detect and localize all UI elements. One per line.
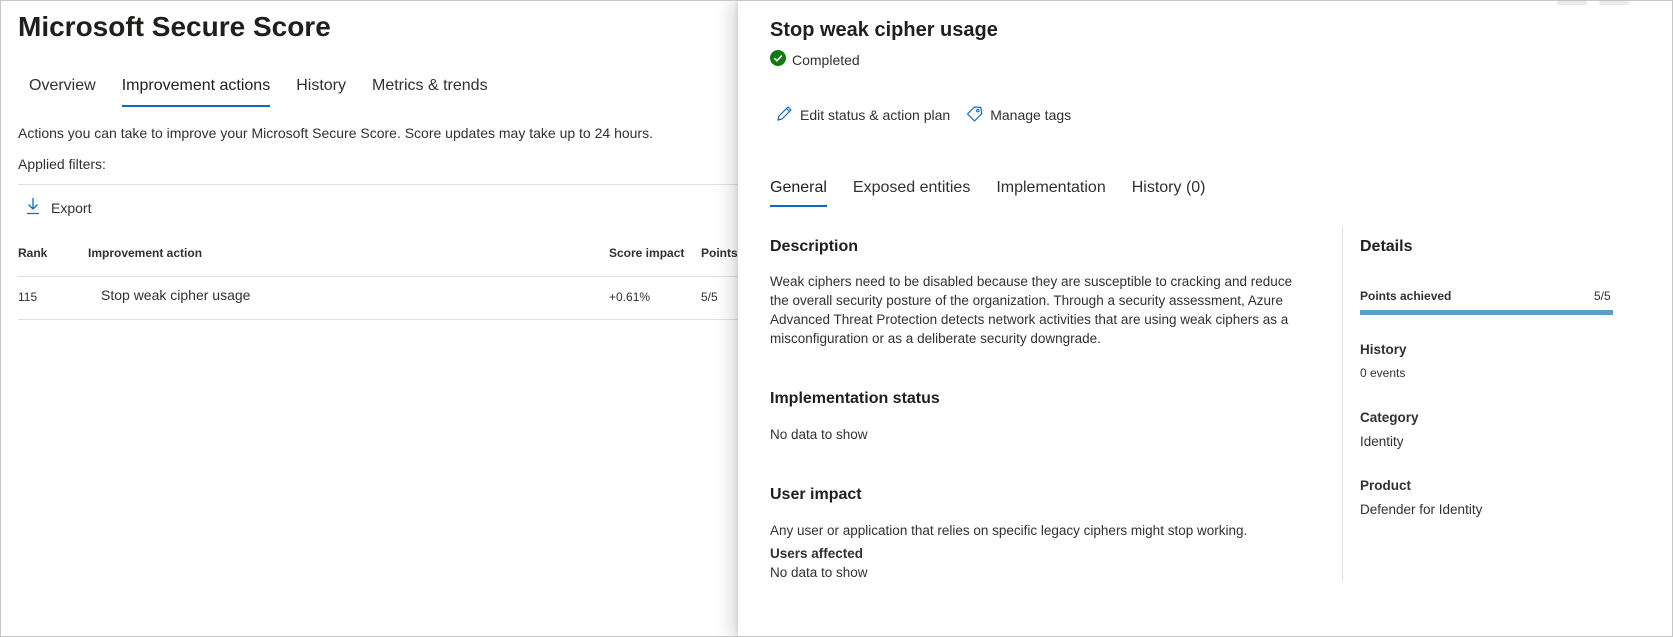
edit-status-label: Edit status & action plan [800,107,951,123]
page-title: Microsoft Secure Score [18,11,331,42]
download-icon [25,197,41,218]
export-button[interactable]: Export [25,197,91,218]
points-progress-bar [1360,310,1613,315]
history-label: History [1360,342,1407,357]
status-text: Completed [792,51,860,68]
category-value: Identity [1360,434,1404,449]
manage-tags-button[interactable]: Manage tags [966,105,1071,125]
category-label: Category [1360,410,1419,425]
product-value: Defender for Identity [1360,502,1483,517]
tab-metrics-trends[interactable]: Metrics & trends [361,71,499,107]
status-badge: Completed [770,50,860,69]
history-value: 0 events [1360,366,1406,380]
column-header-rank[interactable]: Rank [18,246,47,260]
column-header-improvement-action[interactable]: Improvement action [88,246,202,260]
tab-history-count[interactable]: History (0) [1132,179,1206,207]
panel-tabs: General Exposed entities Implementation … [770,179,1232,207]
tab-overview[interactable]: Overview [18,71,107,107]
row-rank: 115 [18,290,38,304]
edit-status-button[interactable]: Edit status & action plan [776,105,950,125]
column-header-score-impact[interactable]: Score impact [609,246,684,260]
intro-text: Actions you can take to improve your Mic… [18,125,653,141]
divider [18,276,738,277]
product-label: Product [1360,478,1412,493]
pencil-icon [776,105,793,125]
points-achieved-label: Points achieved [1360,289,1452,303]
divider [1342,226,1343,581]
panel-actions: Edit status & action plan Manage tags [776,105,1071,125]
tag-icon [966,105,983,125]
divider [18,184,738,185]
manage-tags-label: Manage tags [990,107,1072,123]
tab-improvement-actions[interactable]: Improvement actions [111,71,282,107]
description-text: Weak ciphers need to be disabled because… [770,274,1293,346]
users-affected-label: Users affected [770,546,864,561]
details-panel: Stop weak cipher usage Completed Edit st… [738,1,1672,636]
page-tabs: Overview Improvement actions History Met… [18,71,503,107]
tab-general[interactable]: General [770,179,827,207]
previous-item-button[interactable] [1557,1,1587,5]
check-circle-icon [770,50,786,69]
points-progress-fill [1360,310,1613,315]
column-header-points[interactable]: Points [701,246,738,260]
tab-exposed-entities[interactable]: Exposed entities [853,179,970,207]
users-affected-value: No data to show [770,565,868,580]
points-achieved-value: 5/5 [1594,289,1611,303]
row-points: 5/5 [701,290,718,304]
app-window: Microsoft Secure Score Overview Improvem… [0,0,1673,637]
applied-filters-label: Applied filters: [18,156,106,172]
divider [18,319,738,320]
implementation-status-value: No data to show [770,427,868,442]
tab-implementation[interactable]: Implementation [996,179,1105,207]
panel-title: Stop weak cipher usage [770,19,998,41]
row-action: Stop weak cipher usage [101,287,251,303]
export-label: Export [51,199,92,216]
tab-history[interactable]: History [285,71,357,107]
user-impact-heading: User impact [770,486,862,503]
details-heading: Details [1360,238,1413,255]
row-score-impact: +0.61% [609,290,651,304]
implementation-status-heading: Implementation status [770,390,940,407]
description-heading: Description [770,238,859,255]
close-button[interactable] [1599,1,1629,5]
user-impact-text: Any user or application that relies on s… [770,523,1248,538]
